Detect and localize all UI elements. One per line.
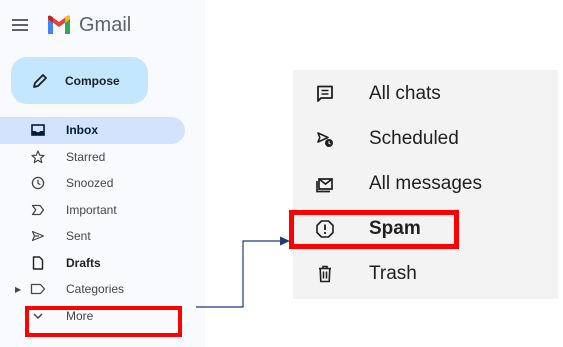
menu-item-label: Scheduled	[369, 128, 459, 149]
menu-item-all-chats[interactable]: All chats	[293, 72, 558, 116]
menu-item-scheduled[interactable]: Scheduled	[293, 117, 558, 161]
all-mail-icon	[315, 174, 335, 194]
menu-item-label: All chats	[369, 83, 441, 104]
menu-item-trash[interactable]: Trash	[293, 252, 558, 296]
spam-highlight-box	[289, 210, 459, 249]
more-menu-panel: All chats Scheduled All messages Spam Tr…	[293, 70, 558, 299]
trash-icon	[315, 264, 335, 284]
menu-item-all-messages[interactable]: All messages	[293, 162, 558, 206]
scheduled-send-icon	[315, 129, 335, 149]
menu-item-label: Trash	[369, 263, 417, 284]
menu-item-label: All messages	[369, 173, 482, 194]
chat-icon	[315, 84, 335, 104]
